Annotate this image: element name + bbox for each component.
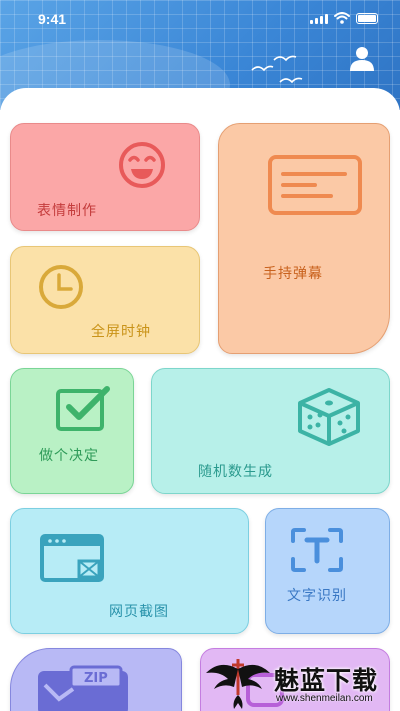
- text-recognition-card[interactable]: 文字识别: [265, 508, 390, 634]
- fullscreen-clock-label: 全屏时钟: [91, 324, 151, 340]
- web-screenshot-icon: [40, 534, 104, 582]
- smiley-face-icon: [119, 142, 165, 188]
- barrage-screen-icon: [268, 155, 362, 215]
- handheld-barrage-card[interactable]: 手持弹幕: [218, 123, 390, 354]
- fullscreen-clock-card[interactable]: 全屏时钟: [10, 246, 200, 354]
- make-decision-card[interactable]: 做个决定: [10, 368, 134, 494]
- emoji-maker-card[interactable]: 表情制作: [10, 123, 200, 231]
- status-time: 9:41: [38, 11, 67, 27]
- wifi-icon: [334, 12, 350, 24]
- watermark-url: www.shenmeilan.com: [276, 693, 373, 704]
- make-decision-label: 做个决定: [39, 448, 99, 464]
- text-recognition-icon: [291, 528, 343, 572]
- watermark-title: 魅蓝下载: [274, 666, 379, 695]
- watermark: 魅蓝下载 www.shenmeilan.com: [204, 655, 398, 711]
- battery-icon: [356, 13, 378, 24]
- svg-text:ZIP: ZIP: [84, 671, 108, 686]
- watermark-logo: [206, 659, 270, 709]
- handheld-barrage-label: 手持弹幕: [263, 266, 323, 282]
- web-screenshot-card[interactable]: 网页截图: [10, 508, 249, 634]
- signal-icon: [310, 14, 328, 24]
- user-profile-icon[interactable]: [348, 44, 376, 72]
- emoji-maker-label: 表情制作: [37, 203, 97, 219]
- clock-icon: [39, 265, 83, 309]
- web-screenshot-label: 网页截图: [109, 604, 169, 620]
- text-recognition-label: 文字识别: [287, 588, 347, 604]
- status-bar: 9:41: [0, 0, 400, 38]
- zip-file-icon: ZIP: [38, 665, 128, 711]
- status-icons: [310, 12, 378, 24]
- birds-decoration: [251, 55, 303, 84]
- random-number-card[interactable]: 随机数生成: [151, 368, 390, 494]
- dice-icon: [298, 388, 360, 446]
- checkbox-icon: [56, 386, 110, 431]
- zip-tool-card[interactable]: ZIP: [10, 648, 182, 711]
- random-number-label: 随机数生成: [198, 464, 273, 480]
